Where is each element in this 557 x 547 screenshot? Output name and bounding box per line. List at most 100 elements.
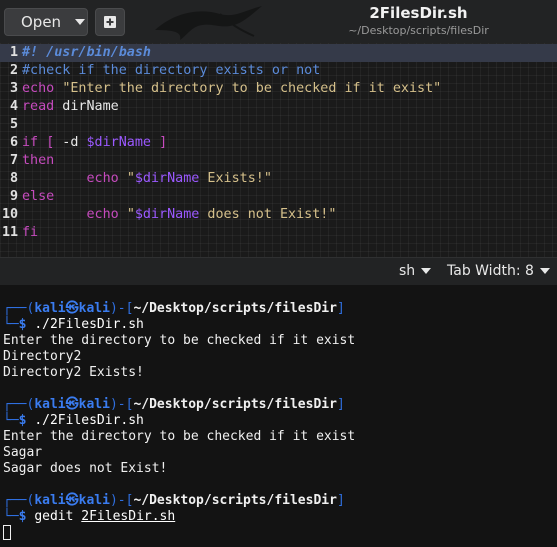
prompt-frame: ] [336, 493, 345, 508]
prompt-frame: └─ [3, 509, 19, 524]
code-line[interactable]: 9 else [0, 188, 557, 206]
code-line[interactable]: 11 fi [0, 224, 557, 242]
kali-dragon-watermark-icon [155, 6, 262, 40]
prompt-path: ~/Desktop/scripts/filesDir [133, 301, 337, 316]
code-token: "Enter the directory to be checked if it… [62, 81, 442, 96]
prompt-at-symbol: ㉿ [65, 493, 79, 508]
code-token: if [22, 135, 39, 150]
code-line[interactable]: 10 echo "$dirName does not Exist!" [0, 206, 557, 224]
code-editor[interactable]: 1 #! /usr/bin/bash 2 #check if the director… [0, 43, 557, 257]
terminal-line: Enter the directory to be checked if it … [3, 333, 355, 349]
line-number: 10 [2, 207, 19, 222]
code-token: then [22, 153, 55, 168]
chevron-down-icon [421, 268, 432, 274]
code-line[interactable]: 3 echo "Enter the directory to be checked… [0, 80, 557, 98]
terminal-line: Sagar does not Exist! [3, 461, 167, 477]
terminal-cursor [3, 525, 11, 540]
terminal-command: gedit [34, 509, 74, 524]
window-title: 2FilesDir.sh [369, 4, 468, 22]
code-token: Exists!" [199, 171, 272, 186]
prompt-frame: )-[ [109, 493, 134, 508]
new-document-button[interactable] [95, 8, 125, 36]
language-label: sh [399, 263, 416, 279]
code-line[interactable]: 5 [0, 116, 557, 134]
window-subtitle: ~/Desktop/scripts/filesDir [348, 24, 489, 37]
terminal-panel[interactable]: ┌──(kali㉿kali)-[~/Desktop/scripts/filesD… [0, 285, 557, 547]
terminal-line: ┌──(kali㉿kali)-[~/Desktop/scripts/filesD… [3, 493, 345, 509]
status-bar: sh Tab Width: 8 [0, 257, 557, 285]
prompt-frame: )-[ [109, 397, 134, 412]
terminal-line: └─$ ./2FilesDir.sh [3, 317, 144, 333]
chevron-down-icon [539, 268, 550, 274]
prompt-at-symbol: ㉿ [65, 397, 79, 412]
terminal-output: Directory2 [3, 349, 82, 364]
line-number: 8 [9, 171, 18, 186]
prompt-user: kali [34, 397, 66, 412]
terminal-output: Sagar does not Exist! [3, 461, 168, 476]
editor-header-bar: Open 2FilesDir.sh ~/Desktop/scripts/file… [0, 0, 557, 43]
code-text: #check if the directory exists or not [22, 62, 320, 80]
line-number: 3 [9, 81, 18, 96]
tab-width-selector[interactable]: Tab Width: 8 [447, 263, 550, 279]
prompt-path: ~/Desktop/scripts/filesDir [133, 493, 337, 508]
terminal-output: Enter the directory to be checked if it … [3, 429, 356, 444]
prompt-frame: ] [336, 301, 345, 316]
code-token: #check if the directory exists or not [22, 63, 321, 78]
code-token: -d [54, 135, 87, 150]
code-token: $dirName [134, 207, 200, 222]
code-token: dirName [54, 99, 119, 114]
terminal-line: Sagar [3, 445, 42, 461]
code-token: " [126, 171, 135, 186]
terminal-output: Directory2 Exists! [3, 365, 144, 380]
code-text: echo "Enter the directory to be checked … [22, 80, 441, 98]
code-line[interactable]: 8 echo "$dirName Exists!" [0, 170, 557, 188]
code-token: ] [159, 135, 168, 150]
terminal-line: ┌──(kali㉿kali)-[~/Desktop/scripts/filesD… [3, 397, 345, 413]
line-number: 9 [9, 189, 18, 204]
code-text: echo "$dirName does not Exist!" [22, 206, 337, 224]
code-text: read dirName [22, 98, 119, 116]
code-text: else [22, 188, 54, 206]
prompt-frame: ┌──( [3, 397, 35, 412]
code-line[interactable]: 6 if [ -d $dirName ] [0, 134, 557, 152]
prompt-frame: └─ [3, 413, 19, 428]
prompt-path: ~/Desktop/scripts/filesDir [133, 397, 337, 412]
terminal-line: Directory2 [3, 349, 81, 365]
open-button[interactable]: Open [4, 8, 88, 36]
prompt-user: kali [34, 493, 66, 508]
code-line[interactable]: 1 #! /usr/bin/bash [0, 44, 557, 62]
code-text: fi [22, 224, 38, 242]
tab-width-label: Tab Width: 8 [447, 263, 534, 279]
code-token: does not Exist!" [199, 207, 337, 222]
prompt-at-symbol: ㉿ [65, 301, 79, 316]
line-number: 1 [9, 45, 18, 60]
window-title-block: 2FilesDir.sh ~/Desktop/scripts/filesDir [280, 3, 557, 38]
code-token: echo [22, 81, 55, 96]
code-line[interactable]: 7 then [0, 152, 557, 170]
prompt-host: kali [78, 397, 110, 412]
line-number: 7 [9, 153, 18, 168]
code-line[interactable]: 4 read dirName [0, 98, 557, 116]
terminal-line: └─$ gedit 2FilesDir.sh [3, 509, 175, 525]
code-token: echo [86, 207, 119, 222]
terminal-line: Directory2 Exists! [3, 365, 144, 381]
prompt-host: kali [78, 493, 110, 508]
line-number: 2 [9, 63, 18, 78]
code-token: #! /usr/bin/bash [22, 45, 151, 60]
line-number: 4 [9, 99, 18, 114]
prompt-frame: ] [336, 397, 345, 412]
open-button-label: Open [21, 13, 62, 31]
terminal-line: Enter the directory to be checked if it … [3, 429, 355, 445]
prompt-dollar: $ [18, 413, 35, 428]
code-line[interactable]: 2 #check if the directory exists or not [0, 62, 557, 80]
terminal-output: Enter the directory to be checked if it … [3, 333, 356, 348]
language-selector[interactable]: sh [399, 263, 432, 279]
line-number: 11 [2, 225, 19, 240]
code-text: echo "$dirName Exists!" [22, 170, 272, 188]
line-number: 6 [9, 135, 18, 150]
code-token: else [22, 189, 55, 204]
